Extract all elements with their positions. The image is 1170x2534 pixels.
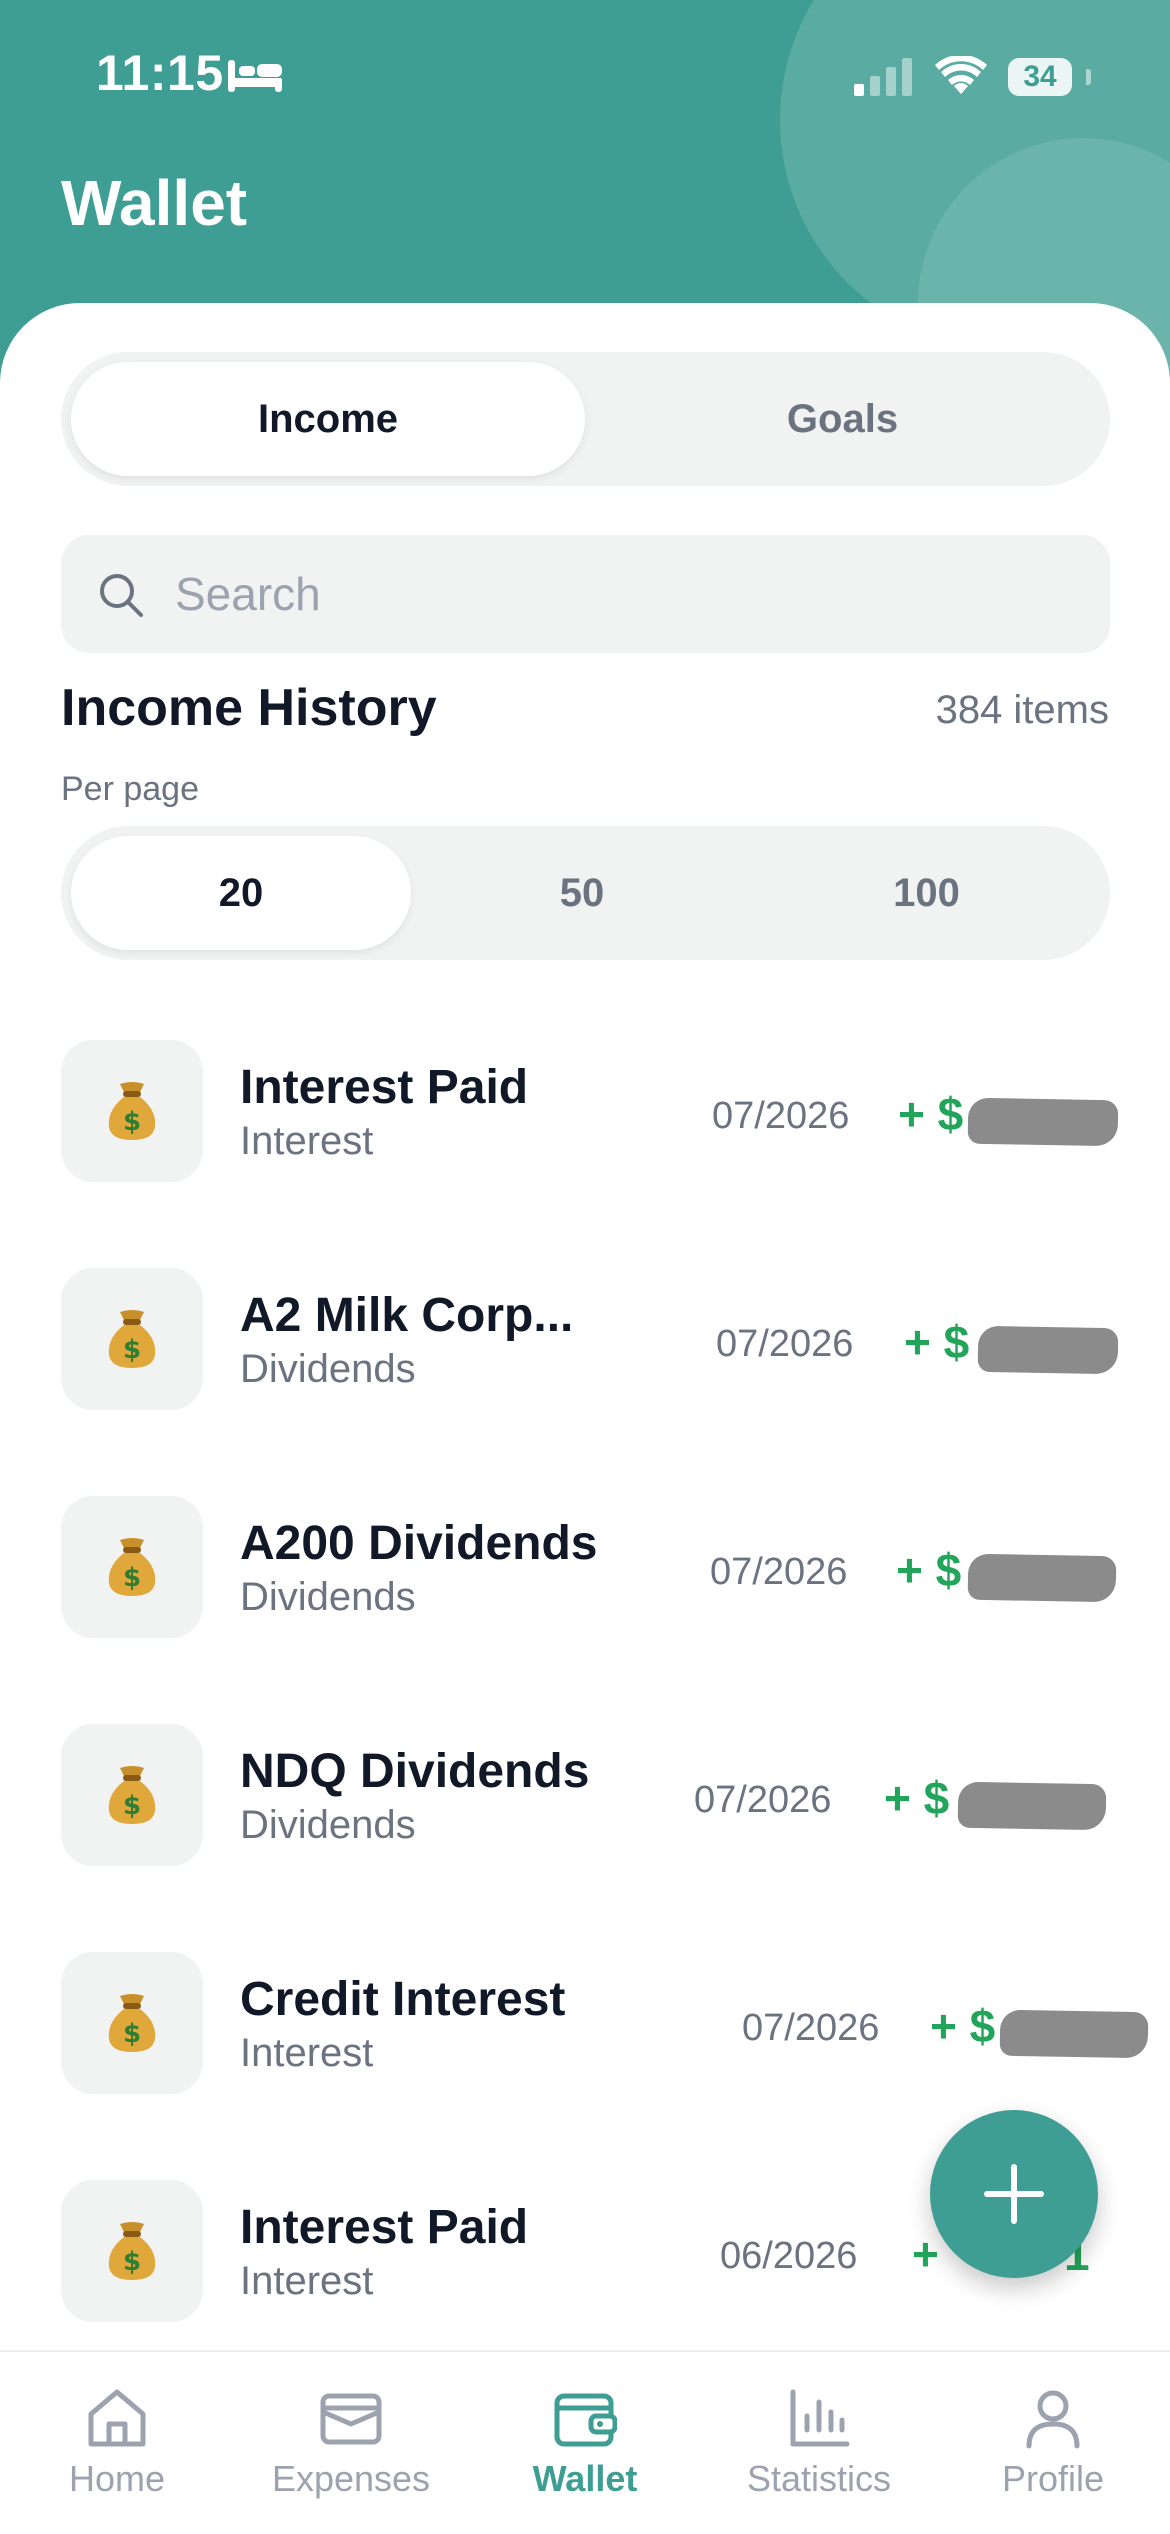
- per-page-option-20[interactable]: 20: [71, 836, 411, 950]
- nav-label: Home: [68, 2458, 166, 2499]
- redaction-mark: [957, 1781, 1107, 1831]
- money-bag-icon: $: [61, 1040, 203, 1182]
- item-category: Dividends: [240, 1803, 416, 1847]
- svg-text:$: $: [123, 1791, 141, 1821]
- status-time: 11:15: [96, 45, 224, 101]
- svg-text:$: $: [123, 2019, 141, 2049]
- item-count: 384 items: [935, 688, 1109, 732]
- redaction-mark: [999, 2009, 1149, 2059]
- money-bag-icon: $: [61, 1268, 203, 1410]
- list-item[interactable]: $ Interest Paid Interest 07/2026 + $: [0, 1035, 1170, 1195]
- nav-expenses[interactable]: Expenses: [234, 2352, 468, 2534]
- list-item[interactable]: $ A200 Dividends Dividends 07/2026 + $: [0, 1491, 1170, 1651]
- item-amount: + $: [884, 1772, 950, 1824]
- tab-goals[interactable]: Goals: [585, 362, 1100, 476]
- item-category: Interest: [240, 1119, 374, 1163]
- list-item[interactable]: $ NDQ Dividends Dividends 07/2026 + $: [0, 1719, 1170, 1879]
- nav-statistics[interactable]: Statistics: [702, 2352, 936, 2534]
- profile-icon: [1026, 2390, 1080, 2449]
- item-category: Dividends: [240, 1347, 416, 1391]
- cellular-signal-icon: [854, 58, 912, 96]
- redaction-mark: [967, 1097, 1119, 1147]
- add-income-button[interactable]: [930, 2110, 1098, 2278]
- item-title: A2 Milk Corp...: [240, 1289, 574, 1342]
- per-page-option-50[interactable]: 50: [411, 836, 753, 950]
- item-amount: +: [912, 2228, 939, 2280]
- tab-income[interactable]: Income: [71, 362, 585, 476]
- search-icon: [100, 574, 143, 617]
- item-title: NDQ Dividends: [240, 1745, 590, 1798]
- item-amount: + $: [930, 2000, 996, 2052]
- wallet-icon: [554, 2393, 617, 2447]
- nav-wallet[interactable]: Wallet: [468, 2352, 702, 2534]
- item-title: Interest Paid: [240, 1061, 529, 1114]
- nav-label: Statistics: [746, 2458, 892, 2499]
- svg-text:$: $: [123, 1107, 141, 1137]
- page-title: Wallet: [61, 167, 248, 239]
- nav-label: Wallet: [532, 2458, 638, 2499]
- item-date: 07/2026: [742, 2007, 880, 2049]
- bar-chart-icon: [790, 2389, 850, 2447]
- per-page-selector: 20 50 100: [61, 826, 1110, 960]
- money-bag-icon: $: [61, 2180, 203, 2322]
- money-bag-icon: $: [61, 1496, 203, 1638]
- nav-label: Profile: [1001, 2458, 1105, 2499]
- plus-icon: [984, 2164, 1044, 2224]
- battery-indicator: 34: [1008, 58, 1072, 96]
- item-title: Credit Interest: [240, 1973, 566, 2026]
- item-date: 06/2026: [720, 2235, 858, 2277]
- svg-text:$: $: [123, 1335, 141, 1365]
- search-placeholder: Search: [175, 568, 321, 620]
- bottom-tab-bar: Home Expenses Wallet Statistics Profile: [0, 2350, 1170, 2534]
- nav-home[interactable]: Home: [0, 2352, 234, 2534]
- item-amount: + $: [898, 1088, 964, 1140]
- item-date: 07/2026: [710, 1551, 848, 1593]
- item-amount: + $: [904, 1316, 970, 1368]
- item-category: Interest: [240, 2259, 374, 2303]
- section-title: Income History: [61, 679, 437, 737]
- list-item[interactable]: $ Credit Interest Interest 07/2026 + $: [0, 1947, 1170, 2107]
- wifi-icon: [935, 56, 987, 94]
- nav-profile[interactable]: Profile: [936, 2352, 1170, 2534]
- redaction-mark: [977, 1325, 1119, 1375]
- home-icon: [88, 2389, 146, 2447]
- list-item[interactable]: $ A2 Milk Corp... Dividends 07/2026 + $: [0, 1263, 1170, 1423]
- item-category: Interest: [240, 2031, 374, 2075]
- per-page-label: Per page: [61, 770, 199, 808]
- item-amount: + $: [896, 1544, 962, 1596]
- item-category: Dividends: [240, 1575, 416, 1619]
- item-date: 07/2026: [694, 1779, 832, 1821]
- item-date: 07/2026: [712, 1095, 850, 1137]
- svg-text:$: $: [123, 2247, 141, 2277]
- item-title: Interest Paid: [240, 2201, 529, 2254]
- money-bag-icon: $: [61, 1952, 203, 2094]
- per-page-option-100[interactable]: 100: [753, 836, 1100, 950]
- money-bag-icon: $: [61, 1724, 203, 1866]
- redaction-mark: [967, 1553, 1117, 1603]
- income-goals-switch: Income Goals: [61, 352, 1110, 486]
- item-date: 07/2026: [716, 1323, 854, 1365]
- svg-text:$: $: [123, 1563, 141, 1593]
- wallet-card-icon: [320, 2393, 382, 2445]
- battery-tip: [1086, 69, 1091, 85]
- search-input[interactable]: Search: [61, 535, 1110, 653]
- sleep-focus-icon: [228, 60, 282, 92]
- item-title: A200 Dividends: [240, 1517, 598, 1570]
- nav-label: Expenses: [271, 2458, 431, 2499]
